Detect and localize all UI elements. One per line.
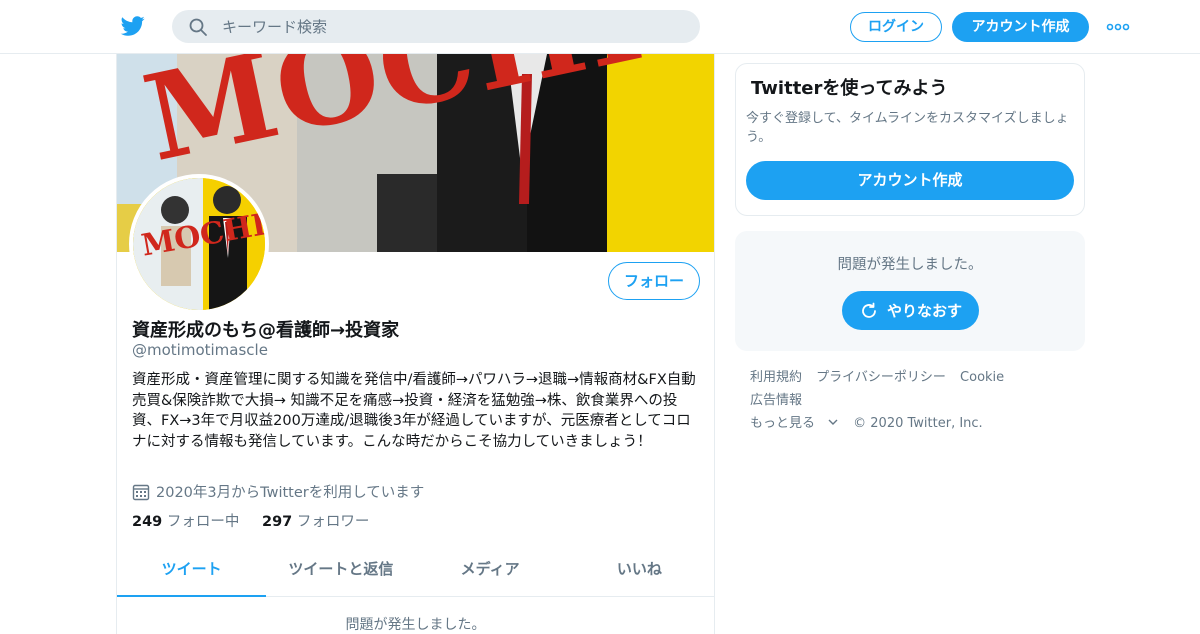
joined-text: 2020年3月からTwitterを利用しています <box>156 485 425 501</box>
retry-label: やりなおす <box>886 302 962 320</box>
footer-copyright: © 2020 Twitter, Inc. <box>853 416 983 431</box>
profile-column: MOCHI MOCHI フォロー 資産形成のもち@看護師→投資家 @motimo… <box>116 54 715 634</box>
signup-card-title: Twitterを使ってみよう <box>751 78 948 99</box>
tab-likes[interactable]: いいね <box>565 544 714 596</box>
login-button[interactable]: ログイン <box>850 12 942 42</box>
top-navigation-bar: ログイン アカウント作成 <box>0 0 1200 54</box>
footer-link-privacy[interactable]: プライバシーポリシー <box>816 370 946 385</box>
search-box[interactable] <box>172 10 700 43</box>
avatar[interactable]: MOCHI <box>129 174 269 314</box>
footer-more[interactable]: もっと見る <box>750 416 839 431</box>
refresh-icon <box>862 302 876 318</box>
signup-card: Twitterを使ってみよう 今すぐ登録して、タイムラインをカスタマイズしましょ… <box>735 63 1085 216</box>
error-card-message: 問題が発生しました。 <box>837 257 983 273</box>
retry-button[interactable]: やりなおす <box>842 291 979 330</box>
twitter-bird-icon[interactable] <box>120 14 146 38</box>
followers-label: フォロワー <box>296 514 370 530</box>
footer-links: 利用規約 プライバシーポリシー Cookie 広告情報 もっと見る © 2020… <box>750 366 1080 435</box>
calendar-icon <box>132 483 150 501</box>
profile-bio: 資産形成・資産管理に関する知識を発信中/看護師→パワハラ→退職→情報商材&FX自… <box>132 372 696 450</box>
more-dots-icon[interactable] <box>1106 17 1130 37</box>
following-label: フォロー中 <box>166 514 240 530</box>
signup-card-description: 今すぐ登録して、タイムラインをカスタマイズしましょう。 <box>746 111 1069 145</box>
joined-date: 2020年3月からTwitterを利用しています <box>132 481 424 502</box>
follow-button[interactable]: フォロー <box>608 262 700 300</box>
profile-name: 資産形成のもち@看護師→投資家 <box>132 320 400 341</box>
tab-tweets-and-replies[interactable]: ツイートと返信 <box>266 544 415 596</box>
error-card: 問題が発生しました。 やりなおす <box>735 231 1085 351</box>
follow-stats: 249 フォロー中 297 フォロワー <box>132 510 387 531</box>
footer-link-terms[interactable]: 利用規約 <box>750 370 802 385</box>
footer-link-cookie[interactable]: Cookie <box>960 370 1004 385</box>
signup-card-button[interactable]: アカウント作成 <box>746 161 1074 200</box>
footer-more-label: もっと見る <box>750 416 816 431</box>
timeline-error-text: 問題が発生しました。 <box>345 617 486 633</box>
profile-tabs: ツイート ツイートと返信 メディア いいね <box>117 544 714 597</box>
chevron-down-icon <box>828 419 838 425</box>
following-count: 249 <box>132 514 163 530</box>
tab-tweets[interactable]: ツイート <box>117 544 267 597</box>
search-input[interactable] <box>222 10 682 43</box>
followers-count: 297 <box>262 514 293 530</box>
following-stat[interactable]: 249 フォロー中 <box>132 514 239 530</box>
search-icon <box>188 17 208 37</box>
followers-stat[interactable]: 297 フォロワー <box>262 514 369 530</box>
profile-handle: @motimotimascle <box>132 341 268 359</box>
signup-button[interactable]: アカウント作成 <box>952 12 1089 42</box>
tab-media[interactable]: メディア <box>416 544 565 596</box>
footer-link-ads[interactable]: 広告情報 <box>750 393 802 408</box>
